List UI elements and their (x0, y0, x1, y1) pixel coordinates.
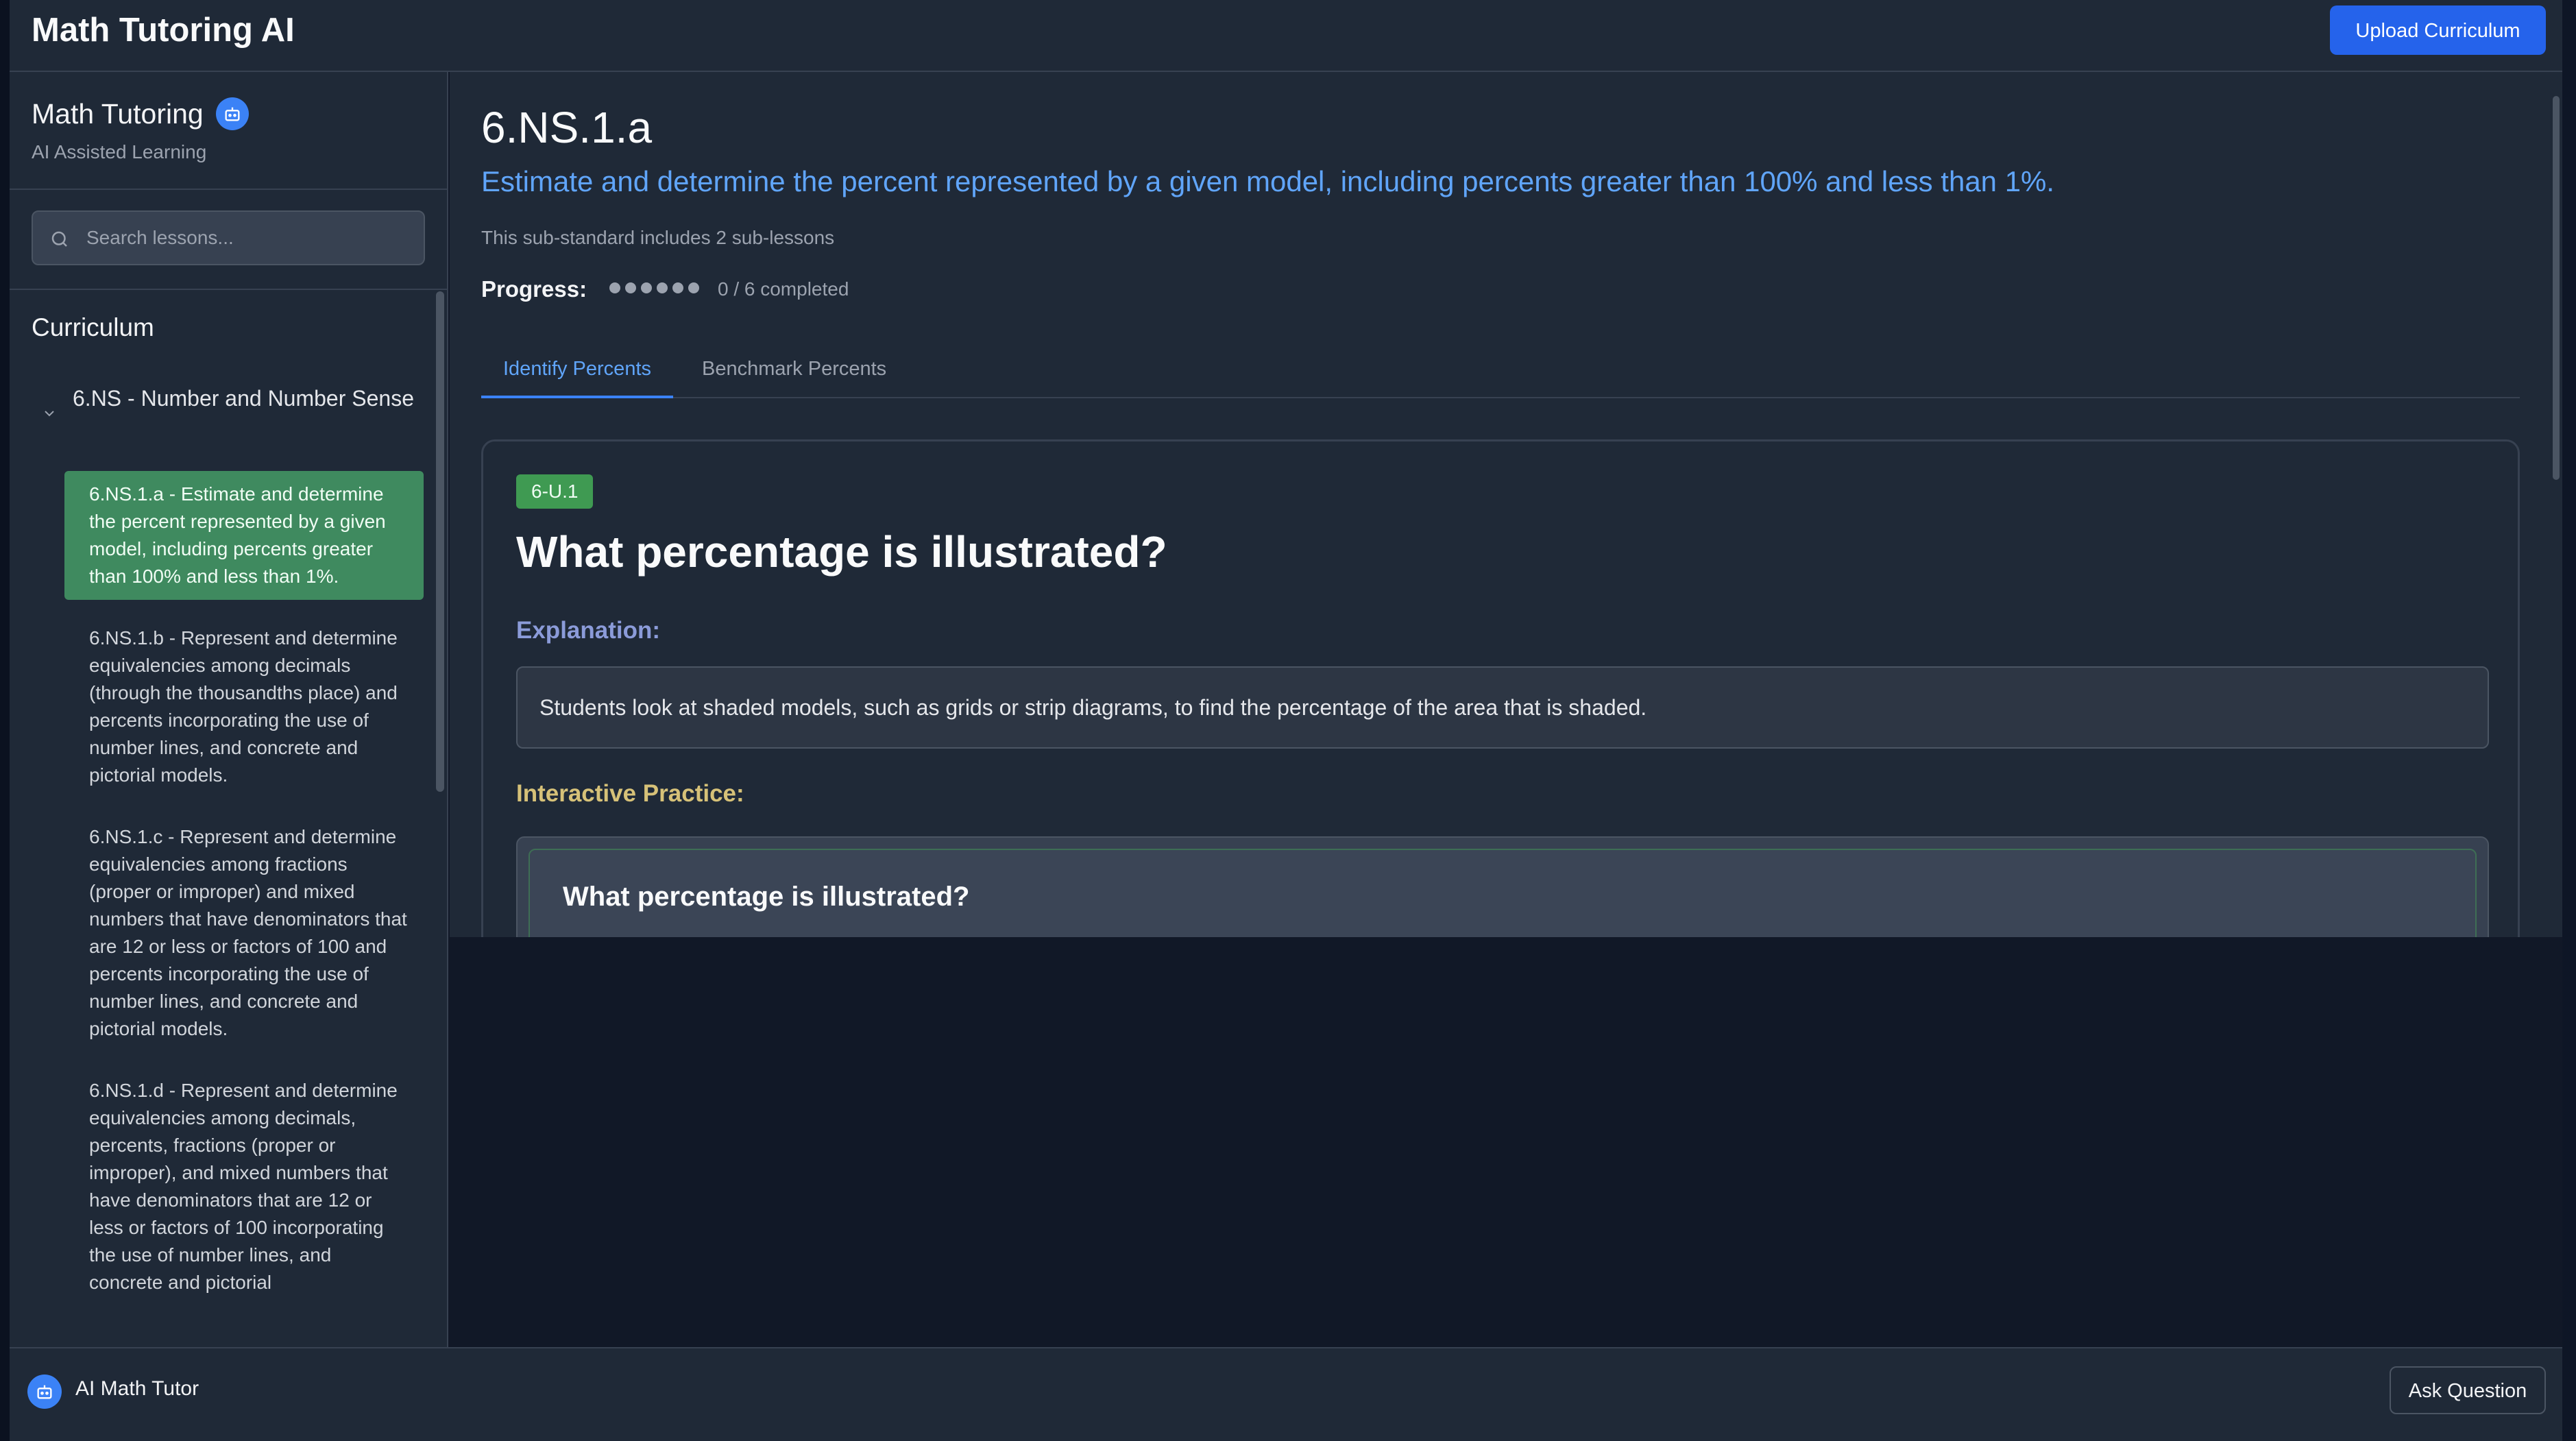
lesson-list: 6.NS.1.a - Estimate and determine the pe… (64, 471, 424, 1321)
standard-description: Estimate and determine the percent repre… (481, 165, 2055, 197)
progress-text: 0 / 6 completed (717, 278, 849, 300)
lesson-item[interactable]: 6.NS.1.b - Represent and determine equiv… (64, 615, 424, 799)
progress-dot (640, 282, 652, 293)
progress-dot (656, 282, 668, 293)
sidebar-brand: Math Tutoring AI Assisted Learning (32, 96, 250, 163)
top-header: Math Tutoring AI Upload Curriculum (10, 0, 2562, 72)
app-title: Math Tutoring AI (32, 12, 295, 49)
search-input[interactable] (85, 212, 414, 264)
lesson-item-active[interactable]: 6.NS.1.a - Estimate and determine the pe… (64, 471, 424, 600)
main-content: 6.NS.1.a Estimate and determine the perc… (450, 72, 2562, 937)
ask-question-button[interactable]: Ask Question (2390, 1366, 2546, 1414)
progress-dots (609, 282, 704, 297)
progress-label: Progress: (481, 276, 587, 302)
tab-identify-percents[interactable]: Identify Percents (481, 339, 673, 398)
lesson-code-badge: 6-U.1 (516, 474, 594, 509)
upload-curriculum-button[interactable]: Upload Curriculum (2330, 5, 2546, 55)
standard-code: 6.NS.1.a (481, 103, 653, 152)
brand-title: Math Tutoring (32, 98, 204, 130)
practice-question: What percentage is illustrated? (563, 882, 970, 912)
curriculum-heading: Curriculum (32, 313, 154, 341)
lesson-item[interactable]: 6.NS.1.d - Represent and determine equiv… (64, 1067, 424, 1306)
progress-dot (624, 282, 636, 293)
sidebar: Math Tutoring AI Assisted Learning Curri… (10, 72, 448, 1347)
lesson-title: What percentage is illustrated? (516, 527, 1167, 577)
sidebar-scrollbar-thumb[interactable] (436, 291, 444, 792)
footer-bar: AI Math Tutor Ask Question (10, 1347, 2562, 1441)
explanation-text: Students look at shaded models, such as … (516, 666, 2489, 749)
progress-row: Progress: 0 / 6 completed (481, 276, 849, 311)
window-left-edge (0, 0, 10, 1441)
robot-icon (216, 97, 250, 130)
lesson-item[interactable]: 6.NS.1.c - Represent and determine equiv… (64, 814, 424, 1052)
practice-question-card: What percentage is illustrated? (528, 849, 2477, 937)
progress-dot (688, 282, 699, 293)
sidebar-divider (10, 289, 447, 290)
lesson-card: 6-U.1 What percentage is illustrated? Ex… (481, 439, 2520, 937)
group-label: 6.NS - Number and Number Sense (73, 386, 414, 411)
robot-icon (27, 1375, 62, 1409)
lesson-tabs: Identify Percents Benchmark Percents (481, 339, 2520, 398)
app-root: Math Tutoring AI Upload Curriculum Math … (0, 0, 2576, 1441)
window-right-edge (2562, 0, 2576, 1441)
ai-tutor-label: AI Math Tutor (75, 1377, 199, 1400)
progress-dot (672, 282, 683, 293)
practice-panel: What percentage is illustrated? (516, 836, 2489, 937)
progress-dot (609, 282, 620, 293)
practice-label: Interactive Practice: (516, 780, 744, 807)
sub-standard-note: This sub-standard includes 2 sub-lessons (481, 227, 835, 248)
search-icon (51, 231, 67, 247)
search-box[interactable] (32, 210, 425, 265)
brand-subtitle: AI Assisted Learning (32, 141, 207, 162)
main-scrollbar-thumb[interactable] (2553, 96, 2560, 480)
chevron-down-icon[interactable] (41, 405, 58, 422)
tab-benchmark-percents[interactable]: Benchmark Percents (680, 339, 908, 398)
explanation-label: Explanation: (516, 617, 661, 644)
sidebar-divider (10, 189, 447, 190)
